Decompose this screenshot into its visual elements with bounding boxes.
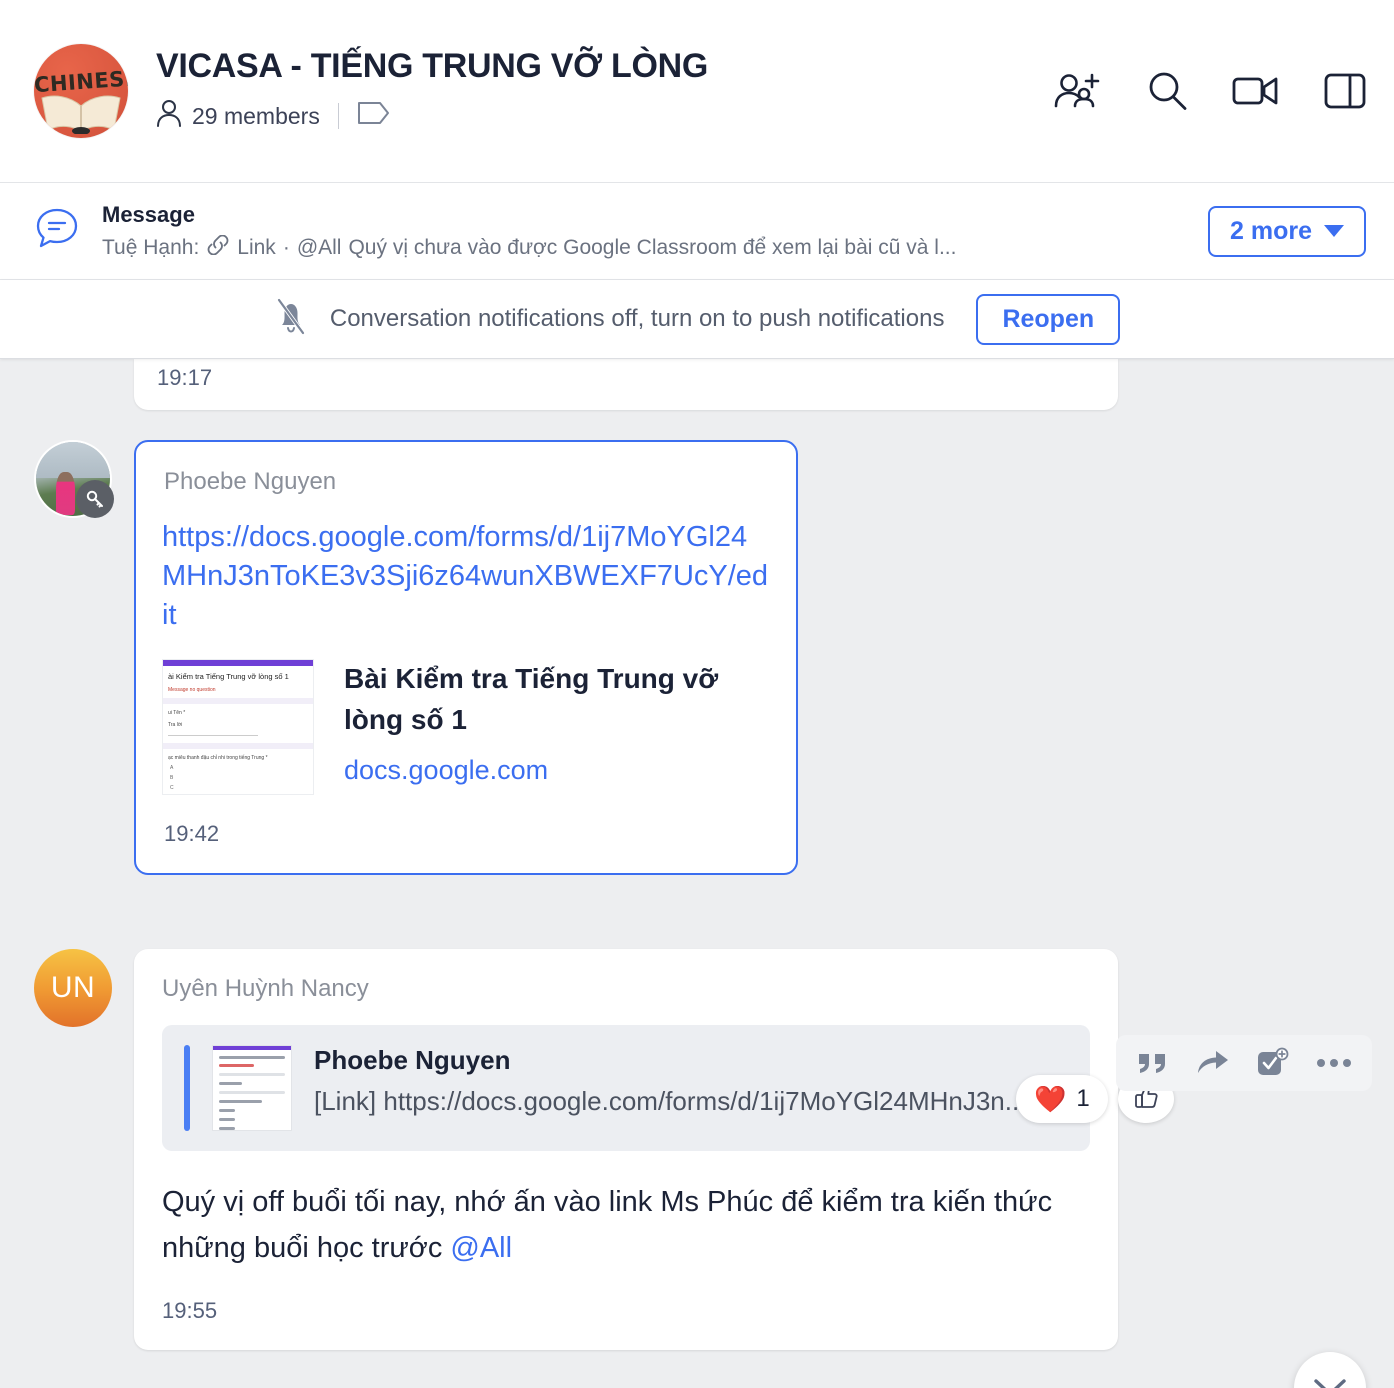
message-bubble[interactable]: Phoebe Nguyen https://docs.google.com/fo…: [134, 440, 798, 876]
link-preview-thumbnail: ài Kiểm tra Tiếng Trung vỡ lòng số 1 Mes…: [162, 659, 314, 796]
message-timestamp: 19:55: [162, 1297, 218, 1323]
previous-message-partial[interactable]: 19:17: [134, 359, 1118, 410]
group-avatar-logo[interactable]: CHINESE: [34, 44, 128, 138]
pinned-mention: @All: [296, 236, 342, 260]
pinned-separator: ·: [282, 236, 290, 260]
person-icon: [156, 98, 182, 134]
message-footer: 19:55: [134, 1272, 1118, 1350]
link-preview-card[interactable]: ài Kiểm tra Tiếng Trung vỡ lòng số 1 Mes…: [136, 635, 796, 796]
chevron-down-icon: [1314, 1379, 1346, 1388]
quoted-thumb-line-7: [219, 1109, 235, 1112]
header-action-icons: [1054, 70, 1366, 112]
avatar-initials: UN: [50, 971, 96, 1004]
message-sender: Phoebe Nguyen: [164, 468, 337, 495]
avatar[interactable]: [34, 440, 114, 518]
message-timestamp: 19:17: [157, 365, 213, 390]
bell-off-icon: [274, 297, 308, 342]
message-list: 19:17 Phoebe Nguyen https://docs.google.: [0, 359, 1394, 1388]
open-book-graphic: [41, 95, 121, 134]
thumb-field-label: ui Tên *: [168, 710, 186, 717]
pinned-more-label: 2 more: [1230, 216, 1312, 245]
add-member-icon[interactable]: [1054, 70, 1102, 112]
key-badge-icon: [76, 480, 114, 518]
message-footer: 19:42: [136, 795, 796, 873]
quoted-thumb-line-2: [219, 1064, 255, 1067]
pinned-link-label: Link: [237, 236, 276, 260]
more-options-icon[interactable]: [1316, 1057, 1352, 1069]
quoted-author: Phoebe Nguyen: [314, 1045, 511, 1075]
message-bubble[interactable]: Uyên Huỳnh Nancy Phoebe Nguyen [Link] ht…: [134, 949, 1118, 1350]
pinned-message-icon: [34, 206, 80, 257]
message-sender: Uyên Huỳnh Nancy: [162, 975, 369, 1002]
mention-all[interactable]: @All: [450, 1232, 512, 1264]
pinned-author: Tuệ Hạnh:: [102, 236, 200, 260]
page-title: VICASA - TIẾNG TRUNG VỠ LÒNG: [156, 46, 709, 85]
notification-text: Conversation notifications off, turn on …: [329, 305, 945, 332]
message-row-uyen: UN Uyên Huỳnh Nancy Phoebe Nguyen [Link]…: [34, 949, 1118, 1350]
quoted-body: Phoebe Nguyen [Link] https://docs.google…: [314, 1045, 1068, 1131]
thumb-option-1: A: [170, 765, 174, 772]
split-panel-icon[interactable]: [1324, 72, 1366, 110]
pinned-message-content: Message Tuệ Hạnh: Link · @All Quý vị chư…: [102, 201, 1188, 262]
chat-app-window: CHINESE VICASA - TIẾNG TRUNG VỠ LÒNG 29 …: [0, 0, 1394, 1388]
message-timestamp: 19:42: [164, 821, 220, 847]
avatar[interactable]: UN: [34, 949, 112, 1027]
link-preview-title: Bài Kiểm tra Tiếng Trung vỡ lòng số 1: [344, 663, 719, 736]
quoted-thumb-line-3: [219, 1073, 285, 1076]
thumb-question: ạc miêu thanh đậu chỉ nhi trong tiếng Tr…: [168, 755, 268, 762]
quoted-thumb-line-8: [219, 1118, 235, 1121]
reopen-button[interactable]: Reopen: [976, 293, 1121, 345]
video-call-icon[interactable]: [1232, 73, 1280, 109]
thumb-answer-hint: Tra lời: [168, 722, 183, 729]
scroll-to-bottom-button[interactable]: [1294, 1352, 1366, 1388]
header-subtitle: 29 members: [156, 98, 1024, 134]
message-hover-toolbar: [1116, 1035, 1372, 1091]
quoted-thumb-line-6: [219, 1100, 262, 1103]
heart-reaction[interactable]: ❤️ 1: [1016, 1075, 1108, 1123]
pinned-message-bar[interactable]: Message Tuệ Hạnh: Link · @All Quý vị chư…: [0, 183, 1394, 280]
heart-icon: ❤️: [1034, 1084, 1067, 1114]
quoted-text: [Link] https://docs.google.com/forms/d/1…: [314, 1086, 1027, 1116]
quoted-thumb-line-9: [219, 1127, 235, 1130]
thumb-required-note: Message no question: [168, 687, 216, 694]
message-text-body: Quý vị off buổi tối nay, nhớ ấn vào link…: [162, 1186, 1053, 1265]
quoted-thumbnail: [212, 1045, 292, 1131]
pinned-preview-line: Tuệ Hạnh: Link · @All Quý vị chưa vào đư…: [102, 235, 1188, 261]
chevron-down-icon: [1324, 225, 1344, 237]
header-divider: [337, 103, 339, 130]
message-row-phoebe: Phoebe Nguyen https://docs.google.com/fo…: [34, 440, 798, 876]
thumb-option-3: C: [170, 785, 174, 792]
thumb-option-4: D: [163, 791, 313, 794]
tag-icon[interactable]: [357, 100, 391, 132]
thumb-title: ài Kiểm tra Tiếng Trung vỡ lòng số 1: [168, 672, 289, 682]
avatar-photo-person: [55, 471, 76, 515]
forward-icon[interactable]: [1196, 1048, 1230, 1078]
quoted-thumb-line-1: [219, 1056, 285, 1059]
pinned-body-text: Quý vị chưa vào được Google Classroom để…: [348, 236, 957, 260]
quoted-thumb-line-5: [219, 1091, 285, 1094]
member-count[interactable]: 29 members: [192, 103, 320, 130]
pinned-title: Message: [102, 201, 195, 227]
message-link[interactable]: https://docs.google.com/forms/d/1ij7MoYG…: [136, 496, 796, 635]
heart-reaction-count: 1: [1076, 1085, 1090, 1112]
message-text: Quý vị off buổi tối nay, nhớ ấn vào link…: [134, 1151, 1118, 1272]
header-text-block: VICASA - TIẾNG TRUNG VỠ LÒNG 29 members: [156, 46, 1024, 134]
link-preview-domain[interactable]: docs.google.com: [344, 755, 770, 786]
search-icon[interactable]: [1146, 70, 1188, 112]
conversation-header: CHINESE VICASA - TIẾNG TRUNG VỠ LÒNG 29 …: [0, 0, 1394, 183]
quote-accent-bar: [184, 1045, 190, 1131]
link-preview-text: Bài Kiểm tra Tiếng Trung vỡ lòng số 1 do…: [344, 659, 770, 785]
link-icon: [206, 235, 230, 261]
quoted-thumb-accent: [213, 1046, 291, 1050]
quoted-thumb-line-4: [219, 1082, 243, 1085]
notification-bar: Conversation notifications off, turn on …: [0, 280, 1394, 359]
create-task-icon[interactable]: [1256, 1047, 1290, 1079]
pinned-more-button[interactable]: 2 more: [1208, 205, 1366, 257]
quote-icon[interactable]: [1136, 1048, 1170, 1078]
thumb-underline: [168, 735, 258, 737]
thumb-option-2: B: [170, 775, 174, 782]
quoted-message[interactable]: Phoebe Nguyen [Link] https://docs.google…: [162, 1025, 1090, 1151]
avatar-photo-sky: [36, 442, 110, 478]
